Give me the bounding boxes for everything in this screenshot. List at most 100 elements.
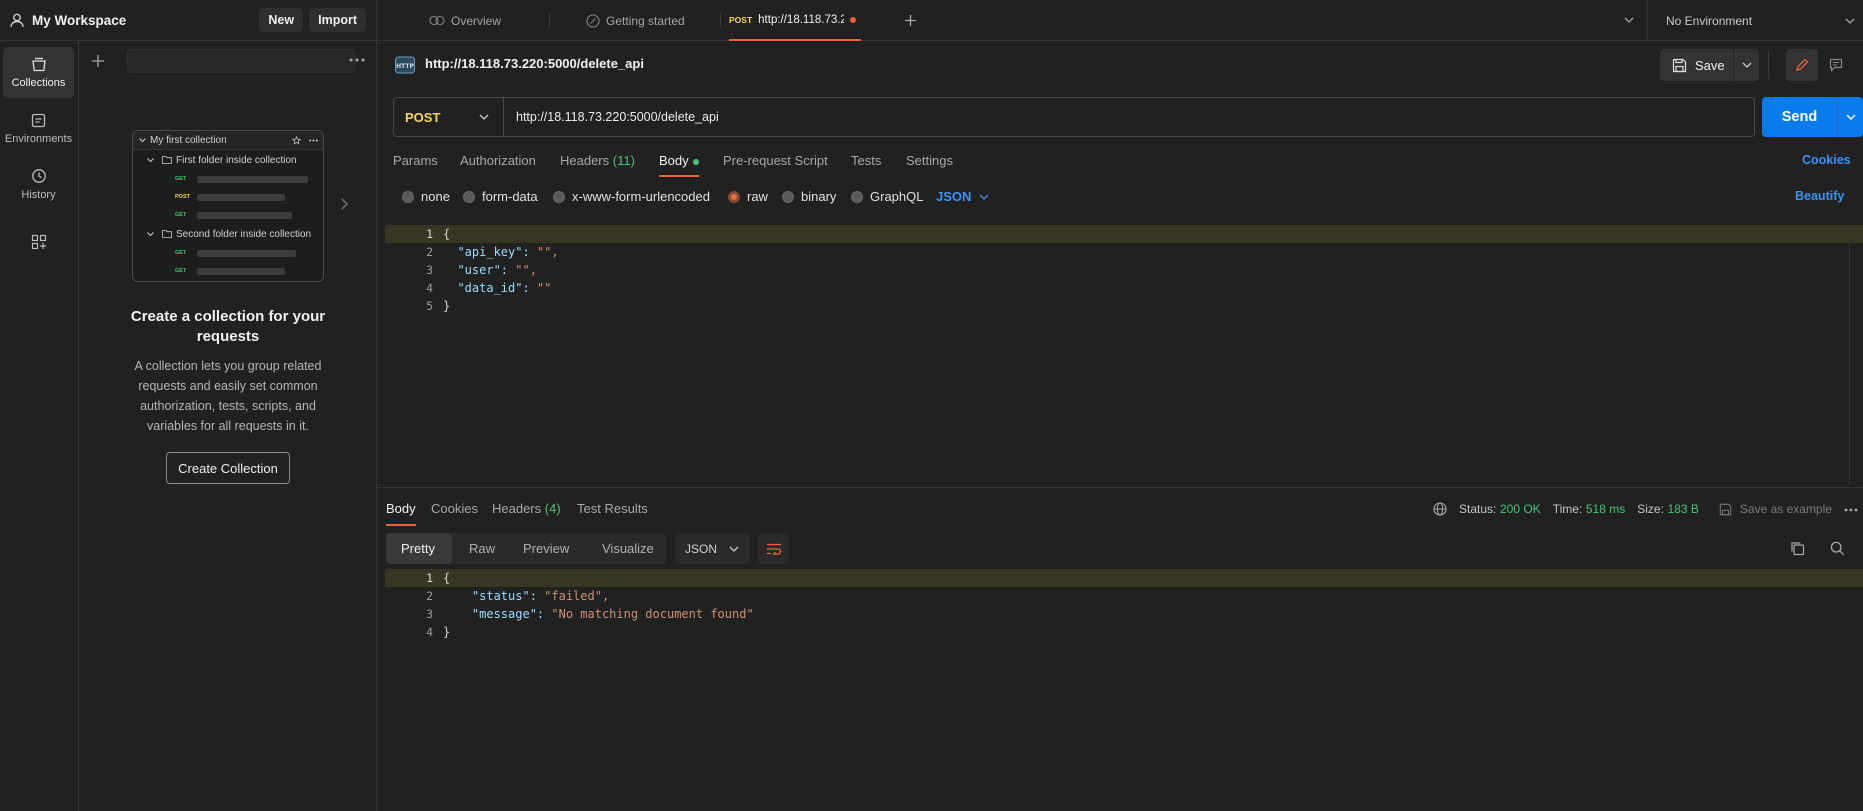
radio-label: form-data [482, 189, 538, 204]
preview-collection-name: My first collection [150, 134, 227, 146]
time-value[interactable]: 518 ms [1586, 502, 1625, 516]
tabs-dropdown-chevron-icon[interactable] [1624, 17, 1634, 23]
status-value[interactable]: 200 OK [1500, 502, 1541, 516]
folder-icon [162, 230, 172, 238]
workspace-bar: My Workspace New Import [0, 0, 377, 41]
save-as-example-button[interactable]: Save as example [1740, 502, 1832, 516]
tab-overview[interactable]: Overview [429, 0, 501, 41]
request-tab-bar: Overview Getting started POST http://18.… [377, 0, 1863, 41]
radio-none[interactable]: none [402, 189, 450, 204]
tab-params[interactable]: Params [393, 153, 438, 168]
method-badge: GET [175, 268, 187, 274]
copy-icon[interactable] [1790, 541, 1805, 556]
request-body-editor[interactable]: 1 2 3 4 5 { "api_key": "", "user": "", "… [385, 225, 1863, 485]
chevron-right-icon[interactable] [341, 198, 348, 210]
response-tab-body[interactable]: Body [386, 501, 416, 526]
environment-selector[interactable]: No Environment [1647, 0, 1863, 41]
radio-dot-selected [728, 190, 740, 203]
more-options-icon[interactable] [1844, 508, 1858, 512]
rail-history[interactable]: History [3, 159, 74, 210]
response-tab-test-results[interactable]: Test Results [577, 501, 648, 516]
environment-label: No Environment [1666, 13, 1753, 28]
view-pretty[interactable]: Pretty [401, 533, 435, 564]
user-icon[interactable] [10, 13, 24, 28]
radio-label: raw [747, 189, 768, 204]
overview-icon [429, 15, 445, 26]
rail-add-apps[interactable] [3, 227, 74, 257]
new-button[interactable]: New [259, 8, 304, 32]
comments-button[interactable] [1820, 49, 1852, 81]
chevron-down-icon[interactable] [1838, 114, 1863, 120]
environments-icon [31, 113, 46, 128]
more-options-icon[interactable] [349, 58, 365, 62]
view-raw[interactable]: Raw [469, 533, 495, 564]
response-meta: Status: 200 OK Time: 518 ms Size: 183 B … [1433, 501, 1832, 517]
body-format-label: JSON [936, 189, 972, 204]
view-visualize[interactable]: Visualize [602, 533, 654, 564]
cookies-link[interactable]: Cookies [1802, 153, 1851, 167]
import-button[interactable]: Import [309, 8, 366, 32]
method-badge: POST [175, 194, 190, 200]
chevron-down-icon [979, 194, 989, 200]
response-body-viewer[interactable]: 1 2 3 4 { "status": "failed", "message":… [385, 569, 1863, 799]
body-format-selector[interactable]: JSON [936, 189, 989, 204]
radio-dot [851, 190, 863, 203]
radio-binary[interactable]: binary [782, 189, 836, 204]
wrap-lines-button[interactable] [758, 533, 789, 564]
beautify-link[interactable]: Beautify [1795, 189, 1844, 203]
response-headers-count: (4) [544, 501, 561, 516]
response-tab-headers[interactable]: Headers (4) [492, 501, 561, 516]
response-format-selector[interactable]: JSON [675, 533, 750, 564]
code-line: "user": "", [443, 263, 537, 277]
url-input[interactable] [504, 98, 1754, 136]
radio-form-data[interactable]: form-data [463, 189, 538, 204]
radio-label: x-www-form-urlencoded [572, 189, 710, 204]
send-button[interactable]: Send [1762, 97, 1863, 137]
response-format-label: JSON [685, 541, 718, 556]
response-tab-cookies[interactable]: Cookies [431, 501, 478, 516]
editor-scrollbar[interactable] [1849, 225, 1861, 485]
radio-label: GraphQL [870, 189, 924, 204]
empty-state-description: A collection lets you group related requ… [134, 359, 322, 433]
plus-icon[interactable] [91, 54, 105, 68]
radio-raw[interactable]: raw [728, 189, 768, 204]
workspace-name[interactable]: My Workspace [32, 13, 126, 28]
tab-tests[interactable]: Tests [851, 153, 881, 168]
search-input[interactable] [127, 49, 355, 73]
rail-environments[interactable]: Environments [3, 103, 74, 154]
size-label: Size: [1637, 502, 1664, 516]
chevron-down-icon [729, 546, 739, 552]
globe-icon[interactable] [1433, 502, 1447, 516]
save-button[interactable]: Save [1660, 49, 1733, 81]
radio-graphql[interactable]: GraphQL [851, 189, 923, 204]
tab-getting-started[interactable]: Getting started [586, 0, 685, 41]
search-icon[interactable] [1830, 541, 1845, 556]
tab-body[interactable]: Body [659, 153, 699, 177]
tab-settings[interactable]: Settings [906, 153, 953, 168]
view-preview[interactable]: Preview [523, 533, 569, 564]
create-collection-button[interactable]: Create Collection [166, 452, 290, 484]
tab-active-request[interactable]: POST http://18.118.73.220:5C [729, 0, 861, 41]
rail-environments-label: Environments [4, 132, 73, 145]
tab-pre-request-script[interactable]: Pre-request Script [723, 153, 828, 168]
size-value[interactable]: 183 B [1668, 502, 1699, 516]
rail-collections[interactable]: Collections [3, 47, 74, 98]
radio-label: none [421, 189, 450, 204]
edit-button[interactable] [1786, 49, 1818, 81]
radio-dot [782, 190, 794, 203]
tab-authorization[interactable]: Authorization [460, 153, 536, 168]
more-options-icon [309, 139, 318, 142]
save-dropdown-button[interactable] [1734, 49, 1759, 81]
collections-sidebar: My first collection First folder inside … [79, 41, 377, 811]
chevron-down-icon [479, 114, 489, 120]
code-line: { [443, 571, 451, 585]
radio-x-www-form-urlencoded[interactable]: x-www-form-urlencoded [553, 189, 710, 204]
code-line: } [443, 625, 451, 639]
request-title[interactable]: http://18.118.73.220:5000/delete_api [425, 56, 644, 71]
tab-headers[interactable]: Headers (11) [560, 153, 635, 168]
code-line: "message": "No matching document found" [443, 607, 754, 621]
new-tab-plus-icon[interactable] [904, 14, 917, 27]
method-selector[interactable]: POST [394, 98, 504, 136]
tab-request-label: http://18.118.73.220:5C [758, 13, 845, 26]
apps-grid-icon [31, 234, 47, 250]
